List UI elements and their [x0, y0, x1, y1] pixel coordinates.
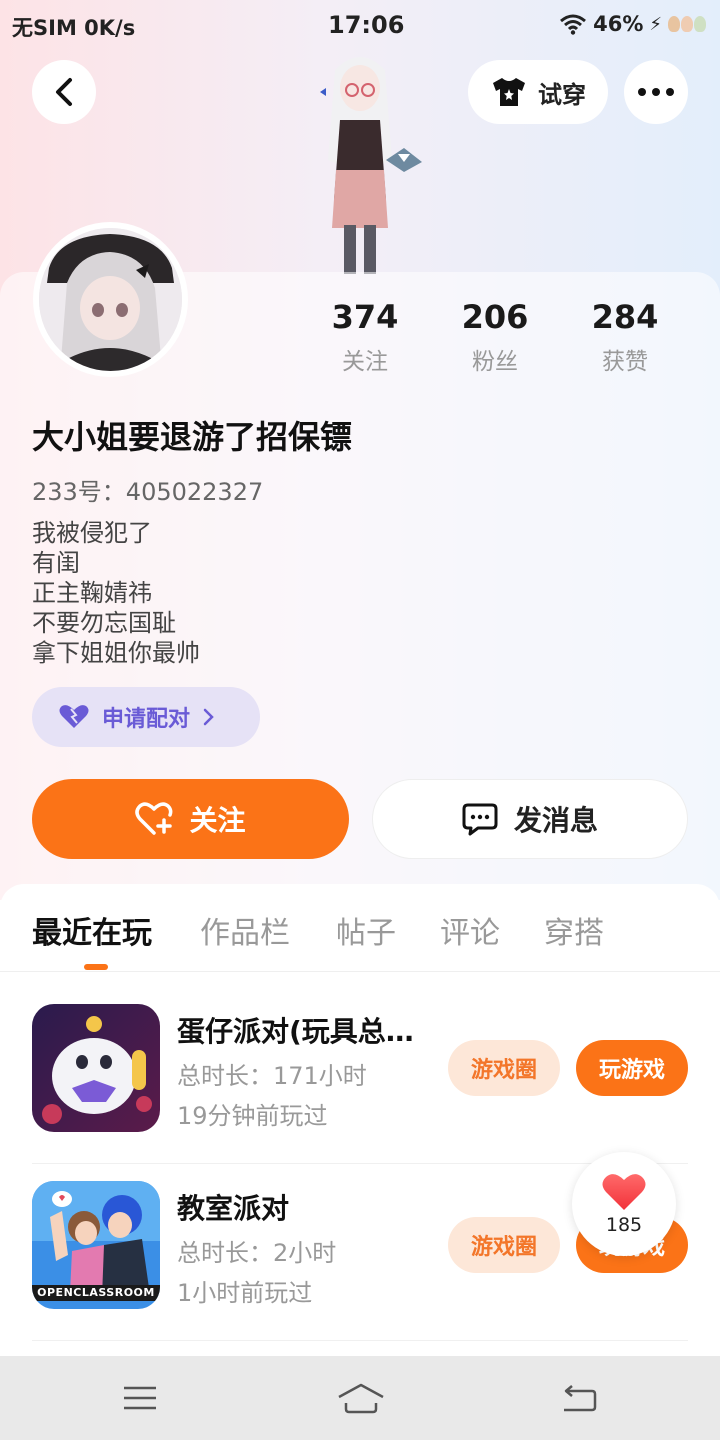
user-bio: 我被侵犯了 有闺 正主鞠婧祎 不要勿忘国耻 拿下姐姐你最帅	[32, 518, 200, 668]
fans-label: 粉丝	[472, 349, 518, 375]
home-icon	[338, 1383, 384, 1414]
network-speed: 0K/s	[84, 16, 136, 40]
request-pair-button[interactable]: 申请配对	[32, 687, 260, 747]
stat-fans[interactable]: 206 粉丝	[430, 298, 560, 376]
game-circle-button[interactable]: 游戏圈	[448, 1217, 560, 1273]
user-avatar[interactable]	[33, 222, 188, 377]
follow-label: 关注	[189, 804, 246, 837]
try-on-label: 试穿	[538, 80, 586, 109]
request-pair-label: 申请配对	[102, 707, 191, 732]
likes-count: 284	[591, 298, 659, 336]
battery-flowers-icon	[668, 16, 706, 32]
play-game-button[interactable]: 玩游戏	[576, 1040, 688, 1096]
like-count: 185	[605, 1214, 643, 1236]
bio-line: 不要勿忘国耻	[32, 609, 176, 637]
try-on-button[interactable]: 试穿	[468, 60, 608, 124]
following-label: 关注	[342, 349, 388, 375]
back-button[interactable]	[32, 60, 96, 124]
menu-button[interactable]	[120, 1378, 160, 1418]
tab-comments[interactable]: 评论	[440, 908, 500, 952]
tab-works[interactable]: 作品栏	[200, 908, 290, 952]
tab-posts[interactable]: 帖子	[336, 908, 396, 952]
follow-button[interactable]: 关注	[32, 779, 349, 859]
fans-count: 206	[461, 298, 529, 336]
system-navigation-bar	[0, 1356, 720, 1440]
profile-tabs: 最近在玩 作品栏 帖子 评论 穿搭	[0, 884, 720, 972]
status-carrier: 无SIM 0K/s	[12, 12, 135, 42]
game-last-played: 19分钟前玩过	[177, 1102, 328, 1130]
status-right: 46% ⚡	[559, 12, 706, 36]
game-icon-classroom-party[interactable]: OPENCLASSROOM	[32, 1181, 160, 1309]
menu-icon	[124, 1386, 156, 1410]
heart-icon	[602, 1174, 646, 1210]
game-duration: 总时长：171小时	[177, 1062, 367, 1090]
active-tab-indicator	[84, 964, 108, 970]
charging-icon: ⚡	[649, 13, 662, 35]
status-bar: 无SIM 0K/s 17:06 46% ⚡	[0, 0, 720, 50]
stat-following[interactable]: 374 关注	[300, 298, 430, 376]
more-button[interactable]	[624, 60, 688, 124]
bio-line: 有闺	[32, 549, 80, 577]
tab-outfits[interactable]: 穿搭	[544, 908, 604, 952]
home-button[interactable]	[336, 1378, 386, 1418]
tab-recently-played[interactable]: 最近在玩	[32, 908, 152, 952]
avatar-character-figure	[320, 57, 422, 274]
game-circle-button[interactable]: 游戏圈	[448, 1040, 560, 1096]
send-message-button[interactable]: 发消息	[372, 779, 688, 859]
likes-label: 获赞	[602, 349, 648, 375]
tshirt-icon	[493, 78, 525, 106]
bio-line: 我被侵犯了	[32, 519, 152, 547]
status-time: 17:06	[328, 11, 405, 39]
user-nickname: 大小姐要退游了招保镖	[32, 418, 353, 456]
return-button[interactable]	[558, 1378, 598, 1418]
following-count: 374	[331, 298, 399, 336]
like-floating-button[interactable]: 185	[572, 1152, 676, 1256]
content-panel: 最近在玩 作品栏 帖子 评论 穿搭 蛋仔派对(玩具总… 总时长：171小时 19…	[0, 884, 720, 1356]
game-name: 蛋仔派对(玩具总…	[177, 1015, 414, 1048]
bio-line: 正主鞠婧祎	[32, 579, 152, 607]
avatar-portrait-image	[39, 228, 182, 371]
game-logo-text: OPENCLASSROOM	[37, 1286, 155, 1299]
chevron-right-icon	[203, 708, 214, 726]
game-last-played: 1小时前玩过	[177, 1279, 313, 1307]
chevron-left-icon	[56, 78, 72, 106]
game-duration: 总时长：2小时	[177, 1239, 337, 1267]
heart-plus-icon	[135, 802, 173, 835]
user-id: 233号：405022327	[32, 478, 264, 506]
game-icon-eggy-party[interactable]	[32, 1004, 160, 1132]
return-icon	[564, 1385, 597, 1412]
more-dots-icon	[638, 88, 674, 96]
send-message-label: 发消息	[513, 804, 598, 837]
stat-likes[interactable]: 284 获赞	[560, 298, 690, 376]
chat-bubble-icon	[462, 803, 498, 836]
game-name: 教室派对	[177, 1192, 290, 1225]
battery-percent: 46%	[593, 12, 644, 36]
bio-line: 拿下姐姐你最帅	[32, 639, 200, 667]
profile-stats: 374 关注 206 粉丝 284 获赞	[300, 298, 690, 376]
heart-pair-icon	[59, 705, 89, 728]
wifi-icon	[560, 14, 587, 35]
carrier-label: 无SIM	[12, 16, 77, 40]
game-list-item[interactable]: 蛋仔派对(玩具总… 总时长：171小时 19分钟前玩过 游戏圈 玩游戏	[32, 988, 688, 1164]
